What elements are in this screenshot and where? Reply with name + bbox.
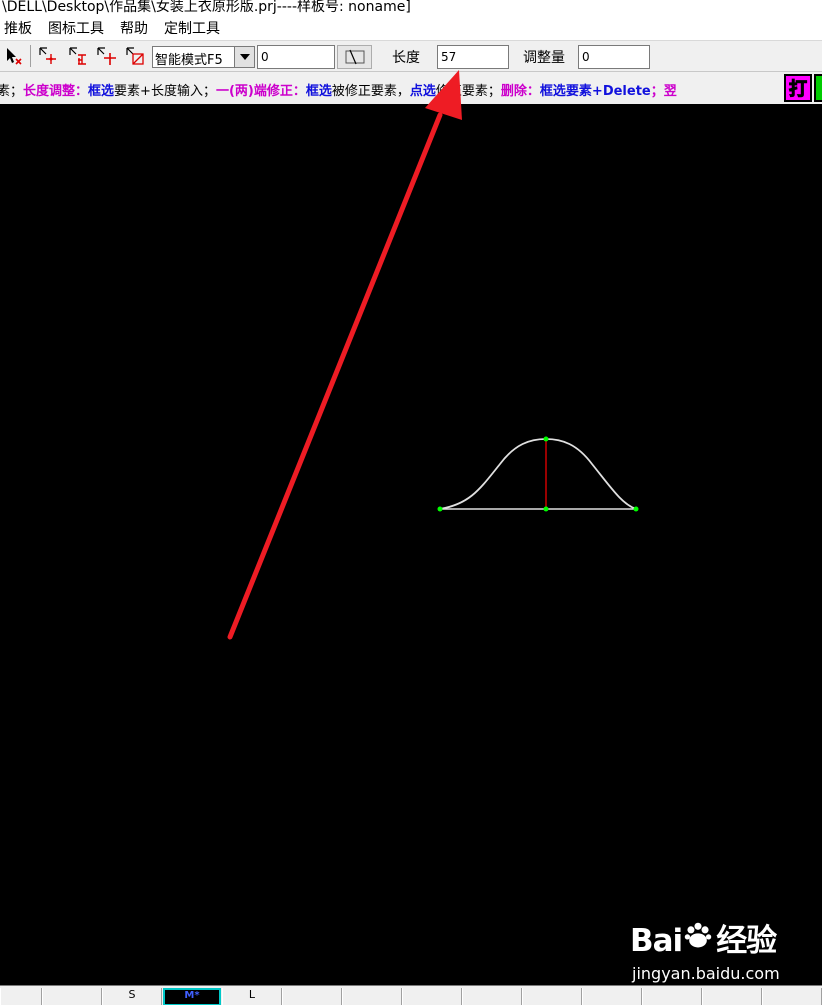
size-cell-l[interactable]: L	[222, 988, 282, 1005]
green-tool-button[interactable]	[814, 74, 822, 102]
print-button-label: 打	[789, 79, 808, 101]
bell-curve[interactable]	[439, 438, 637, 510]
size-cell[interactable]	[402, 988, 462, 1005]
hint-seg: 框选	[305, 84, 332, 99]
paw-icon	[682, 921, 716, 959]
hint-seg: 删除：	[500, 84, 540, 99]
watermark-brand: Bai 经验	[630, 915, 777, 960]
watermark-brand-left: Bai	[630, 923, 683, 959]
size-cell[interactable]	[642, 988, 702, 1005]
control-point[interactable]	[543, 436, 549, 442]
baidu-watermark: Bai 经验 jingyan.baidu.com	[630, 915, 810, 985]
size-cell[interactable]	[582, 988, 642, 1005]
size-cell[interactable]	[42, 988, 102, 1005]
hint-seg: 点选	[409, 84, 436, 99]
drawing-canvas[interactable]	[0, 104, 822, 985]
control-point[interactable]	[633, 506, 639, 512]
hint-seg: 框选要素+Delete	[539, 84, 651, 99]
size-cell[interactable]	[342, 988, 402, 1005]
size-cell[interactable]	[762, 988, 822, 1005]
menu-item-custom-tools[interactable]: 定制工具	[160, 18, 224, 38]
hint-text: 素；长度调整：框选要素+长度输入；一(两)端修正：框选被修正要素，点选修正要素；…	[0, 80, 677, 99]
print-button[interactable]: 打	[784, 74, 812, 102]
size-cell[interactable]	[522, 988, 582, 1005]
size-status-bar: S M* L	[0, 985, 822, 1005]
size-cell[interactable]	[462, 988, 522, 1005]
hint-seg: 一(两)端修正：	[215, 84, 306, 99]
snap-toggle-icon	[345, 49, 364, 65]
hint-seg: 修正要素；	[435, 84, 501, 99]
value-input[interactable]: 0	[257, 45, 335, 69]
canvas-drawing	[437, 436, 639, 512]
delete-icon[interactable]	[124, 45, 146, 67]
length-input[interactable]: 57	[437, 45, 509, 69]
watermark-brand-right: 经验	[716, 923, 777, 959]
watermark-url: jingyan.baidu.com	[632, 964, 780, 983]
adjust-input[interactable]: 0	[578, 45, 650, 69]
mode-select-value: 智能模式F5	[155, 53, 223, 68]
hint-seg: 框选	[88, 84, 115, 99]
snap-toggle-button[interactable]	[337, 45, 372, 69]
hint-bar: 素；长度调整：框选要素+长度输入；一(两)端修正：框选被修正要素，点选修正要素；…	[0, 72, 822, 104]
hint-seg: ；翌	[650, 84, 677, 99]
toolbar-separator	[30, 45, 31, 67]
size-cell[interactable]	[702, 988, 762, 1005]
toolbar: 智能模式F5 0 长度 57 调整量 0	[0, 41, 822, 72]
hint-seg: 要素+长度输入；	[114, 84, 216, 99]
chevron-down-icon[interactable]	[234, 47, 254, 67]
menu-item-help[interactable]: 帮助	[116, 18, 152, 38]
move-point-icon[interactable]	[37, 45, 59, 67]
title-bar: \DELL\Desktop\作品集\女装上衣原形版.prj----样板号: no…	[0, 0, 822, 16]
length-label: 长度	[392, 50, 420, 66]
add-point-icon[interactable]	[95, 45, 117, 67]
control-point[interactable]	[437, 506, 443, 512]
menu-item-icon-tools[interactable]: 图标工具	[44, 18, 108, 38]
menu-bar: 推板 图标工具 帮助 定制工具	[0, 16, 822, 41]
size-cell-m-base[interactable]: M*	[163, 988, 221, 1005]
hint-seg: 被修正要素，	[331, 84, 410, 99]
hint-seg: 素；	[0, 84, 24, 99]
adjust-label: 调整量	[523, 50, 565, 66]
control-point[interactable]	[543, 506, 549, 512]
size-cell[interactable]	[0, 988, 42, 1005]
hint-seg: 长度调整：	[23, 84, 89, 99]
select-cancel-icon[interactable]	[3, 45, 25, 67]
mode-select[interactable]: 智能模式F5	[152, 46, 255, 68]
size-cell[interactable]	[282, 988, 342, 1005]
correct-icon[interactable]	[67, 45, 89, 67]
size-cell-s[interactable]: S	[102, 988, 162, 1005]
menu-item-grading[interactable]: 推板	[0, 18, 36, 38]
window-title: \DELL\Desktop\作品集\女装上衣原形版.prj----样板号: no…	[2, 0, 411, 15]
